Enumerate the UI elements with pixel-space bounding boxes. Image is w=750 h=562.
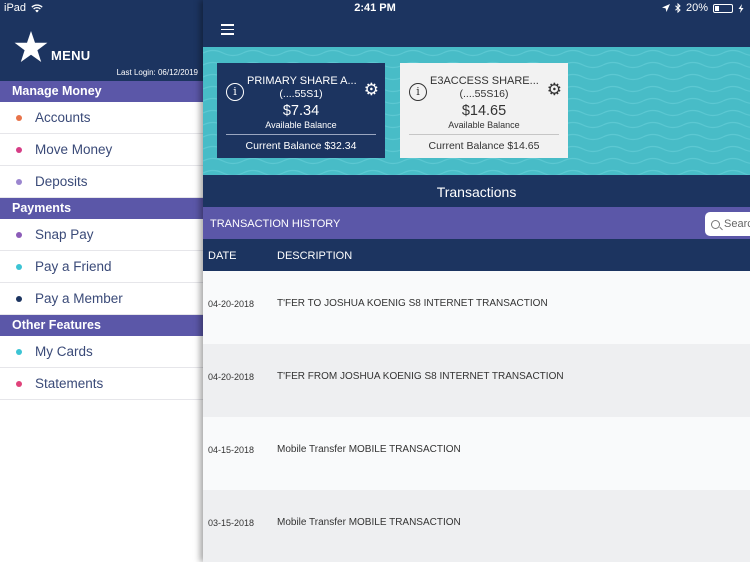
bullet-dot-icon	[16, 380, 22, 387]
transaction-history-bar: TRANSACTION HISTORY	[203, 207, 750, 239]
section-payments: Payments	[0, 198, 203, 219]
nav-item-snap-pay[interactable]: Snap Pay	[0, 219, 203, 251]
table-row[interactable]: 04-20-2018 T'FER TO JOSHUA KOENIG S8 INT…	[203, 271, 750, 344]
transaction-list: 04-20-2018 T'FER TO JOSHUA KOENIG S8 INT…	[203, 271, 750, 562]
bullet-dot-icon	[16, 146, 22, 153]
search-input[interactable]	[724, 218, 750, 230]
nav-item-my-cards[interactable]: My Cards	[0, 336, 203, 368]
nav-item-label: Pay a Friend	[35, 259, 112, 274]
nav-item-statements[interactable]: Statements	[0, 368, 203, 400]
column-header-date: DATE	[208, 250, 237, 262]
search-icon	[711, 219, 720, 229]
bullet-dot-icon	[16, 348, 22, 355]
nav-item-label: Pay a Member	[35, 291, 123, 306]
gear-icon[interactable]: ⚙	[547, 80, 562, 100]
account-name: PRIMARY SHARE A...	[247, 75, 357, 87]
battery-percent: 20%	[685, 2, 708, 14]
transaction-date: 04-15-2018	[208, 445, 255, 455]
nav-item-deposits[interactable]: Deposits	[0, 166, 203, 198]
info-icon[interactable]: i	[409, 83, 427, 101]
main-panel: i ⚙ PRIMARY SHARE A... (....55S1) $7.34 …	[203, 0, 750, 562]
bullet-dot-icon	[16, 114, 22, 121]
card-divider	[226, 134, 376, 135]
bullet-dot-icon	[16, 178, 22, 185]
nav-item-label: Statements	[35, 376, 104, 391]
available-balance-label: Available Balance	[265, 120, 337, 130]
transaction-description: T'FER TO JOSHUA KOENIG S8 INTERNET TRANS…	[277, 298, 548, 309]
nav-item-pay-a-member[interactable]: Pay a Member	[0, 283, 203, 315]
battery-icon	[713, 3, 733, 13]
table-row[interactable]: 04-15-2018 Mobile Transfer MOBILE TRANSA…	[203, 417, 750, 490]
nav-item-label: Move Money	[35, 142, 113, 157]
transaction-description: Mobile Transfer MOBILE TRANSACTION	[277, 517, 461, 528]
transaction-history-label: TRANSACTION HISTORY	[210, 218, 341, 230]
status-time: 2:41 PM	[354, 2, 396, 14]
bullet-dot-icon	[16, 263, 22, 270]
side-menu: MENU Last Login: 06/12/2019 Manage Money…	[0, 0, 203, 562]
transaction-description: T'FER FROM JOSHUA KOENIG S8 INTERNET TRA…	[277, 371, 564, 382]
table-header: DATE DESCRIPTION	[203, 239, 750, 271]
nav-item-label: Deposits	[35, 174, 88, 189]
charging-bolt-icon	[738, 3, 744, 13]
nav-item-move-money[interactable]: Move Money	[0, 134, 203, 166]
transaction-date: 03-15-2018	[208, 518, 255, 528]
star-logo-icon	[14, 31, 48, 62]
account-name: E3ACCESS SHARE...	[430, 75, 539, 87]
bullet-dot-icon	[16, 231, 22, 238]
column-header-description: DESCRIPTION	[277, 250, 353, 262]
last-login: Last Login: 06/12/2019	[116, 68, 198, 77]
available-balance-amount: $7.34	[282, 103, 320, 119]
available-balance-label: Available Balance	[448, 120, 520, 130]
nav-item-pay-a-friend[interactable]: Pay a Friend	[0, 251, 203, 283]
section-other-features: Other Features	[0, 315, 203, 336]
accounts-carousel: i ⚙ PRIMARY SHARE A... (....55S1) $7.34 …	[203, 47, 750, 175]
transactions-title: Transactions	[203, 175, 750, 207]
status-right: 20%	[661, 2, 744, 14]
transaction-date: 04-20-2018	[208, 299, 255, 309]
current-balance: Current Balance $14.65	[428, 140, 540, 152]
table-row[interactable]: 04-20-2018 T'FER FROM JOSHUA KOENIG S8 I…	[203, 344, 750, 417]
location-icon	[661, 4, 670, 12]
gear-icon[interactable]: ⚙	[364, 80, 379, 100]
account-card-primary-share[interactable]: i ⚙ PRIMARY SHARE A... (....55S1) $7.34 …	[217, 63, 385, 158]
bluetooth-icon	[675, 3, 681, 13]
nav-item-accounts[interactable]: Accounts	[0, 102, 203, 134]
status-bar: iPad 2:41 PM 20%	[0, 0, 750, 16]
info-icon[interactable]: i	[226, 83, 244, 101]
account-card-e3access-share[interactable]: i ⚙ E3ACCESS SHARE... (....55S16) $14.65…	[400, 63, 568, 158]
current-balance: Current Balance $32.34	[245, 140, 357, 152]
available-balance-amount: $14.65	[461, 103, 507, 119]
nav-item-label: Snap Pay	[35, 227, 94, 242]
card-divider	[409, 134, 559, 135]
search-box[interactable]	[705, 212, 750, 236]
bullet-dot-icon	[16, 295, 22, 302]
hamburger-menu-icon[interactable]	[221, 24, 234, 35]
table-row[interactable]: 03-15-2018 Mobile Transfer MOBILE TRANSA…	[203, 490, 750, 562]
menu-title: MENU	[51, 48, 91, 63]
nav-item-label: Accounts	[35, 110, 91, 125]
section-manage-money: Manage Money	[0, 81, 203, 102]
nav-item-label: My Cards	[35, 344, 93, 359]
transaction-date: 04-20-2018	[208, 372, 255, 382]
transaction-description: Mobile Transfer MOBILE TRANSACTION	[277, 444, 461, 455]
